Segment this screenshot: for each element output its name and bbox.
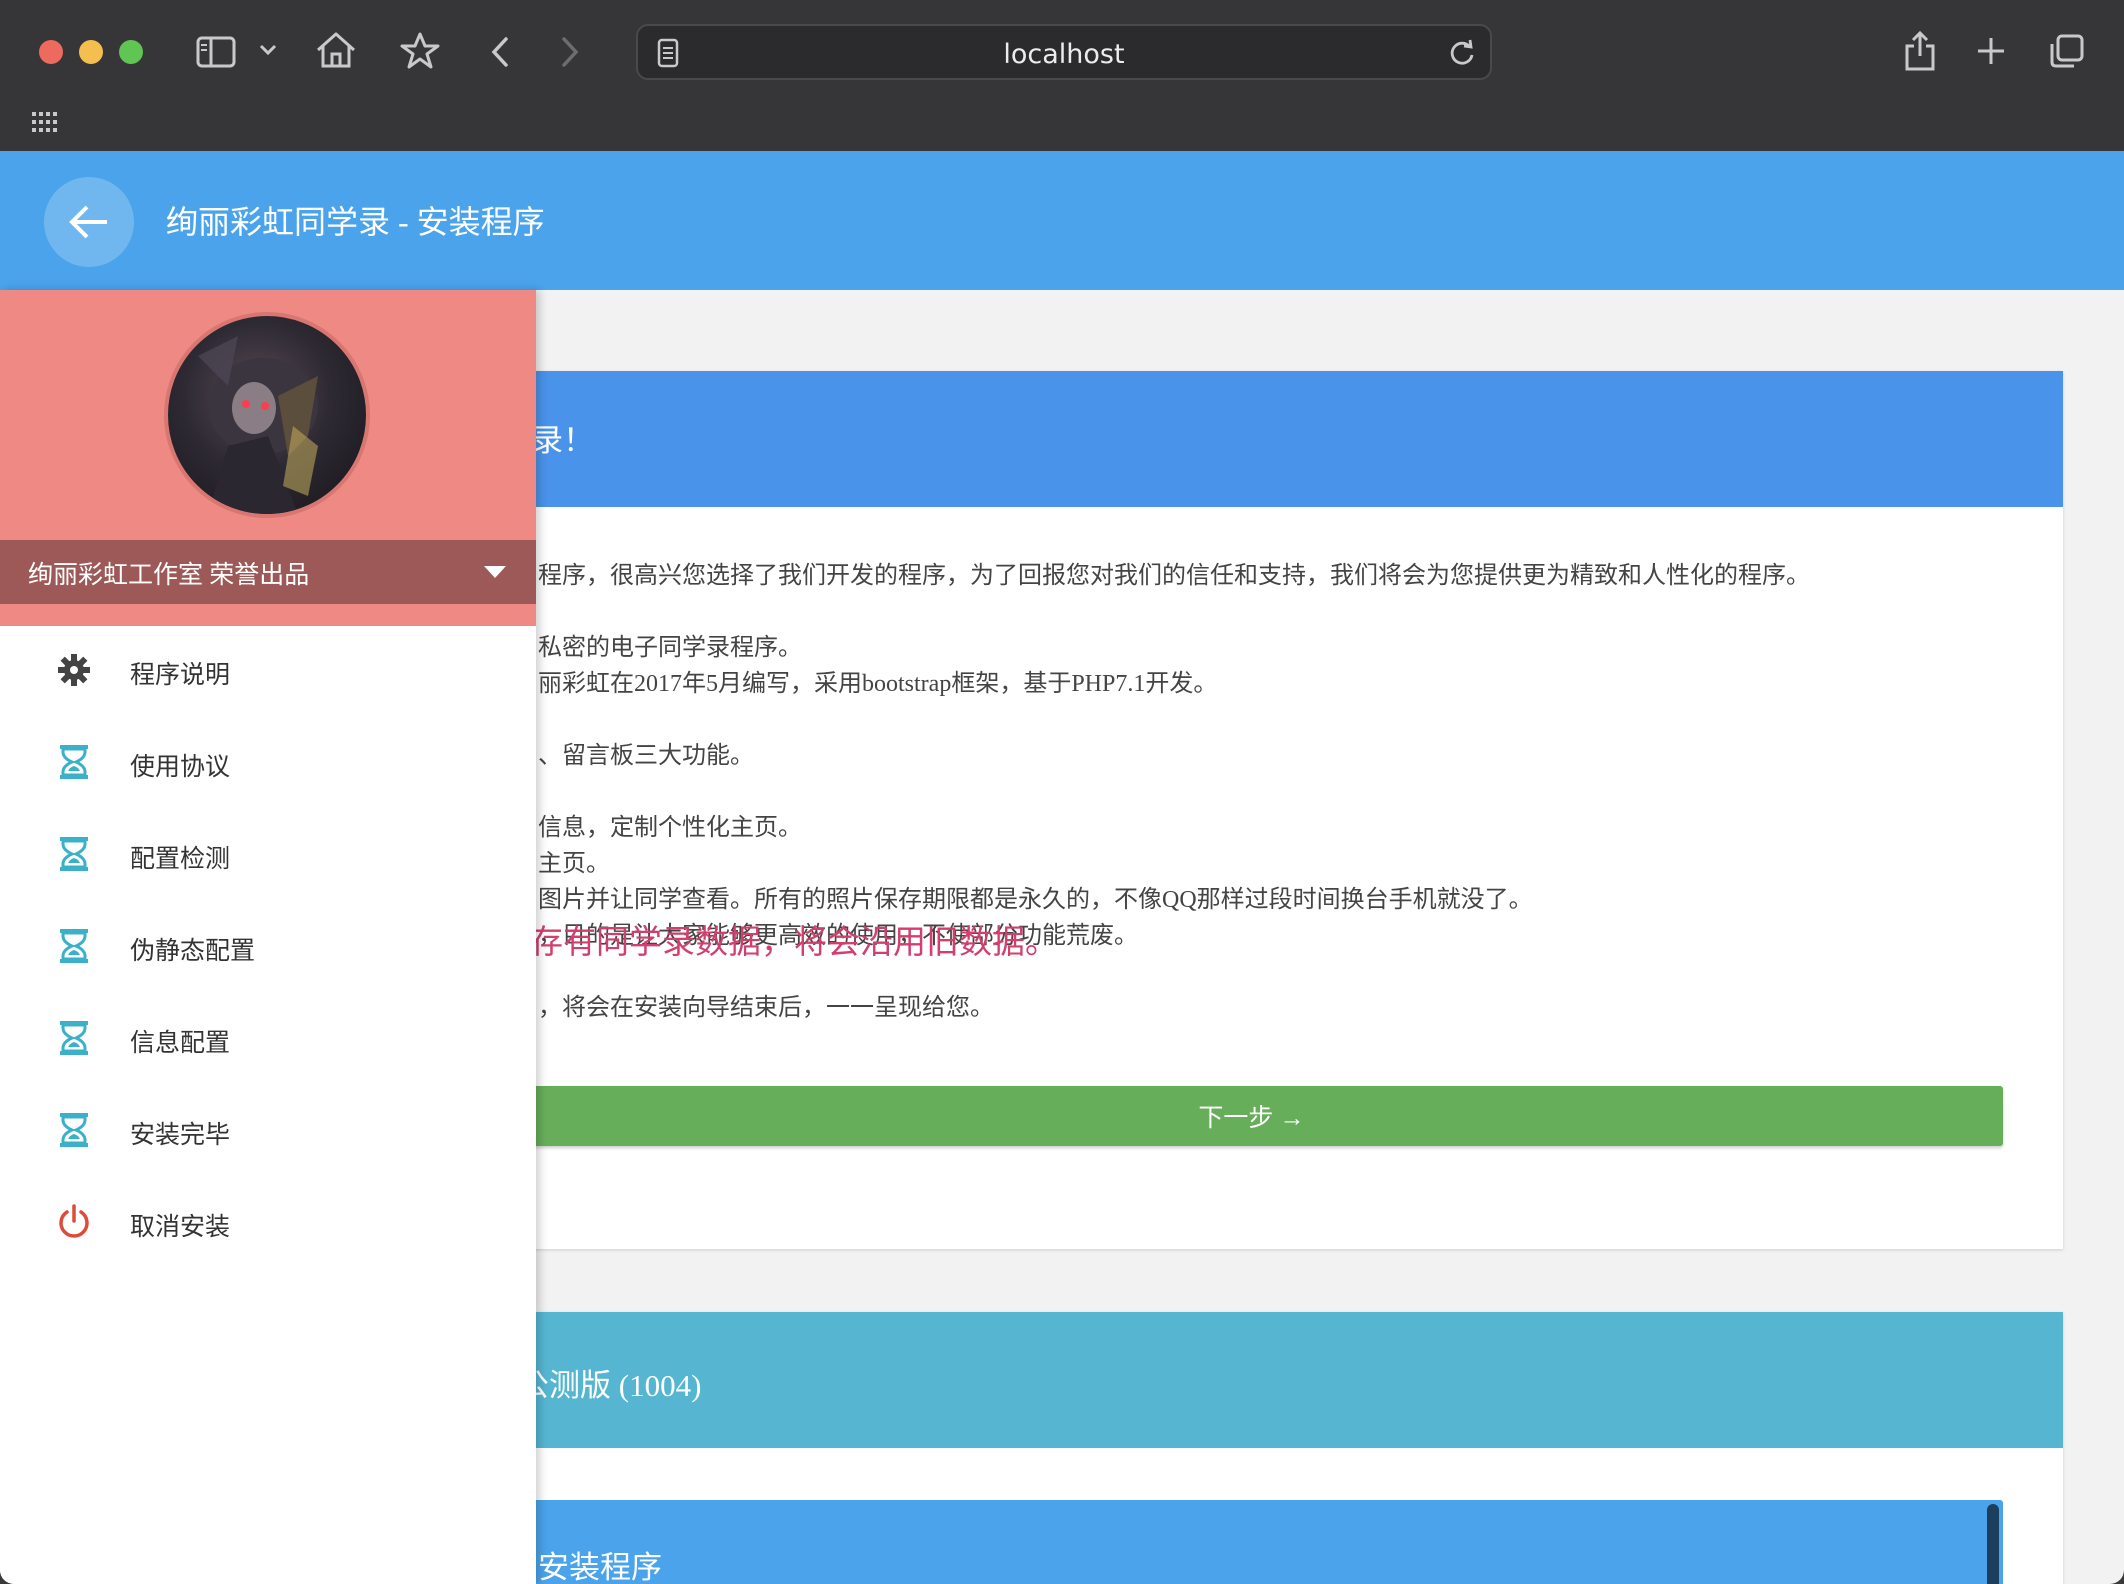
hourglass-icon bbox=[56, 1112, 92, 1148]
new-tab-icon[interactable] bbox=[1974, 34, 2008, 68]
version-card-header: 公测版 (1004) bbox=[400, 1312, 2063, 1448]
intro-card-header: 录！ bbox=[400, 371, 2063, 507]
menu-item-label: 配置检测 bbox=[130, 846, 231, 873]
studio-dropdown[interactable]: 绚丽彩虹工作室 荣誉出品 bbox=[0, 540, 536, 604]
intro-text-line: 、留言板三大功能。 bbox=[538, 743, 754, 769]
sidebar-toggle-icon[interactable] bbox=[194, 33, 238, 71]
intro-card: 录！ 程序，很高兴您选择了我们开发的程序，为了回报您对我们的信任和支持，我们将会… bbox=[400, 371, 2063, 1249]
menu-item-label: 取消安装 bbox=[130, 1214, 231, 1241]
hourglass-icon bbox=[56, 836, 92, 872]
intro-card-title: 录！ bbox=[532, 423, 594, 458]
forward-arrow-icon[interactable] bbox=[556, 34, 584, 70]
chevron-down-icon[interactable] bbox=[258, 40, 278, 60]
data-warning-text: 存有同学录数据，将会沿用旧数据。 bbox=[530, 925, 1058, 961]
power-icon bbox=[56, 1204, 92, 1240]
install-panel: 安装程序 bbox=[500, 1500, 2003, 1584]
version-card: 公测版 (1004) 安装程序 bbox=[400, 1312, 2063, 1584]
intro-text-line: 图片并让同学查看。所有的照片保存期限都是永久的，不像QQ那样过段时间换台手机就没… bbox=[538, 887, 1533, 913]
install-panel-title: 安装程序 bbox=[538, 1550, 662, 1584]
caret-down-icon bbox=[484, 566, 506, 578]
hourglass-icon bbox=[56, 928, 92, 964]
hourglass-icon bbox=[56, 1020, 92, 1056]
url-text: localhost bbox=[1003, 39, 1125, 70]
window-maximize-button[interactable] bbox=[119, 40, 143, 64]
studio-label: 绚丽彩虹工作室 荣誉出品 bbox=[28, 562, 310, 589]
app-bar: 绚丽彩虹同学录 - 安装程序 bbox=[0, 151, 2124, 290]
window-minimize-button[interactable] bbox=[79, 40, 103, 64]
apps-grid-icon[interactable] bbox=[32, 112, 58, 136]
navigation-drawer: 绚丽彩虹工作室 荣誉出品 程序说明 使用协议 配置检测 伪静态配置 信息配置 安… bbox=[0, 290, 536, 1584]
menu-item-label: 信息配置 bbox=[130, 1030, 231, 1057]
back-button[interactable] bbox=[44, 177, 134, 267]
menu-item-install-complete[interactable]: 安装完毕 bbox=[0, 1090, 536, 1170]
intro-text-line: 信息，定制个性化主页。 bbox=[538, 815, 802, 841]
menu-item-label: 安装完毕 bbox=[130, 1122, 231, 1149]
page-title: 绚丽彩虹同学录 - 安装程序 bbox=[166, 204, 545, 240]
intro-text-line: 丽彩虹在2017年5月编写，采用bootstrap框架，基于PHP7.1开发。 bbox=[538, 671, 1218, 697]
next-step-button[interactable]: 下一步 → bbox=[500, 1086, 2003, 1146]
bookmark-star-icon[interactable] bbox=[398, 30, 442, 72]
intro-text-line: 主页。 bbox=[538, 851, 610, 877]
share-icon[interactable] bbox=[1902, 28, 1938, 74]
intro-text-line: 程序，很高兴您选择了我们开发的程序，为了回报您对我们的信任和支持，我们将会为您提… bbox=[538, 563, 1810, 589]
back-arrow-icon[interactable] bbox=[486, 34, 514, 70]
address-bar[interactable]: localhost bbox=[636, 24, 1492, 80]
reload-icon[interactable] bbox=[1448, 38, 1476, 72]
menu-item-cancel-install[interactable]: 取消安装 bbox=[0, 1182, 536, 1262]
menu-item-program-description[interactable]: 程序说明 bbox=[0, 630, 536, 710]
menu-item-rewrite-config[interactable]: 伪静态配置 bbox=[0, 906, 536, 986]
menu-item-info-config[interactable]: 信息配置 bbox=[0, 998, 536, 1078]
menu-item-label: 程序说明 bbox=[130, 662, 231, 689]
window-close-button[interactable] bbox=[39, 40, 63, 64]
web-page: 绚丽彩虹同学录 - 安装程序 录！ 程序，很高兴您选择了我们开发的程序，为了回报… bbox=[0, 151, 2124, 1584]
intro-text-line: 私密的电子同学录程序。 bbox=[538, 635, 802, 661]
gear-icon bbox=[56, 652, 92, 688]
menu-item-usage-agreement[interactable]: 使用协议 bbox=[0, 722, 536, 802]
scrollbar[interactable] bbox=[1987, 1504, 1999, 1584]
drawer-header: 绚丽彩虹工作室 荣誉出品 bbox=[0, 290, 536, 626]
menu-item-config-check[interactable]: 配置检测 bbox=[0, 814, 536, 894]
version-card-title: 公测版 (1004) bbox=[518, 1368, 702, 1403]
avatar bbox=[164, 312, 370, 518]
browser-toolbar: localhost bbox=[0, 0, 2124, 151]
hourglass-icon bbox=[56, 744, 92, 780]
tab-overview-icon[interactable] bbox=[2048, 32, 2086, 70]
arrow-left-icon bbox=[69, 205, 107, 239]
home-icon[interactable] bbox=[314, 30, 358, 70]
menu-item-label: 伪静态配置 bbox=[130, 938, 256, 965]
intro-text-line: ，将会在安装向导结束后，一一呈现给您。 bbox=[538, 995, 994, 1021]
menu-item-label: 使用协议 bbox=[130, 754, 231, 781]
